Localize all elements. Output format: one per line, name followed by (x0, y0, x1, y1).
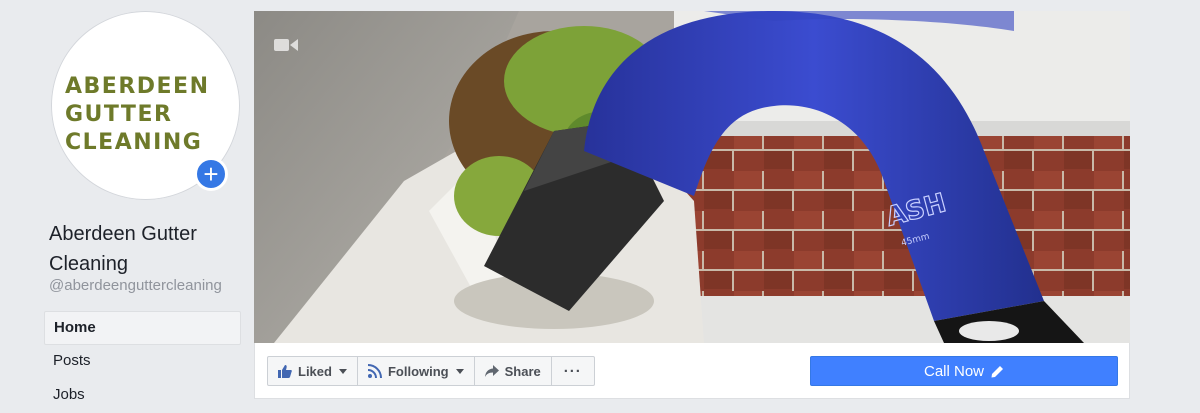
following-label: Following (387, 363, 449, 379)
logo-text: ABERDEEN GUTTER CLEANING (65, 73, 230, 157)
page-title: Aberdeen Gutter Cleaning (49, 223, 197, 275)
liked-label: Liked (298, 363, 332, 379)
chevron-down-icon (338, 368, 347, 374)
page-nav: Home Posts Jobs (44, 311, 241, 413)
call-now-label: Call Now (923, 362, 984, 380)
nav-item-home[interactable]: Home (44, 311, 241, 345)
chevron-down-icon (455, 368, 464, 374)
thumbs-up-icon (278, 364, 292, 378)
share-label: Share (504, 363, 541, 379)
share-arrow-icon (484, 365, 499, 377)
logo-line-1: ABERDEEN (65, 74, 210, 99)
nav-item-jobs[interactable]: Jobs (44, 379, 241, 413)
action-buttons: Liked Following Share ··· (267, 356, 595, 386)
following-button[interactable]: Following (356, 356, 475, 386)
logo-line-3: CLEANING (65, 130, 203, 155)
more-dots-icon: ··· (563, 362, 582, 380)
video-camera-icon (274, 37, 298, 53)
plus-icon: + (203, 159, 219, 189)
logo-line-2: GUTTER (65, 102, 173, 127)
more-options-button[interactable]: ··· (550, 356, 595, 386)
rss-icon (367, 364, 382, 378)
cover-photo[interactable]: ASH 45mm (254, 11, 1130, 343)
nav-item-posts[interactable]: Posts (44, 345, 241, 379)
page-action-bar: Liked Following Share ··· Call Now (254, 343, 1130, 399)
call-now-button[interactable]: Call Now (810, 356, 1118, 386)
pencil-icon[interactable] (991, 364, 1004, 378)
page-username[interactable]: @aberdeenguttercleaning (49, 277, 222, 294)
cover-image: ASH 45mm (254, 11, 1130, 343)
share-button[interactable]: Share (473, 356, 552, 386)
liked-button[interactable]: Liked (267, 356, 358, 386)
add-profile-photo-button[interactable]: + (194, 157, 228, 191)
